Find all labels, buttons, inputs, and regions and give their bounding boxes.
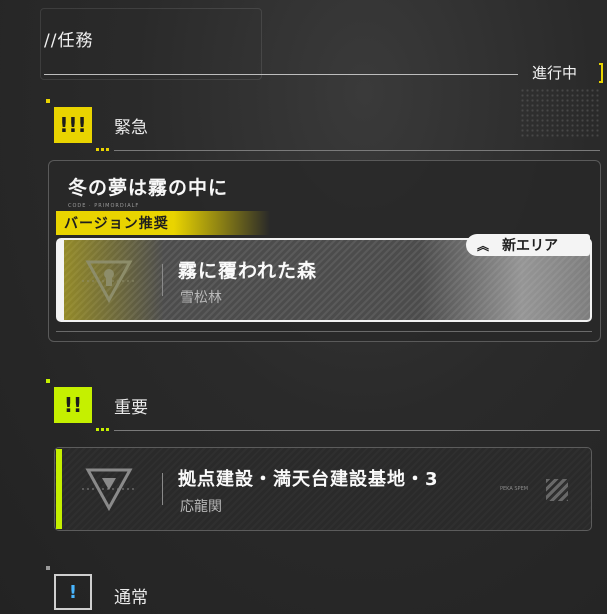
section-dots-decoration [96,148,110,151]
status-bracket-icon [599,63,603,83]
section-corner-mark [46,99,50,103]
area-separator [162,264,163,296]
area-separator [162,473,163,505]
area-sub-name: 応龍関 [180,499,222,515]
urgent-section-divider [114,150,600,151]
important-priority-icon: !! [54,387,92,423]
area-name: 拠点建設・満天台建設基地・3 [178,469,439,490]
faction-emblem-icon [82,260,136,304]
page-title: //任務 [44,31,94,51]
faction-emblem-icon [82,468,136,512]
section-corner-mark [46,566,50,570]
urgent-section-label: 緊急 [114,118,148,138]
area-sub-name: 雪松林 [180,290,222,306]
important-quest-accent-bar [56,449,62,529]
section-dots-decoration [96,428,110,431]
section-corner-mark [46,379,50,383]
new-area-label: 新エリア [502,238,558,254]
important-section-label: 重要 [114,398,148,418]
normal-priority-icon: ! [54,574,92,610]
new-area-badge: ︽ 新エリア [466,234,590,256]
urgent-priority-icon: !!! [54,107,92,143]
important-section-divider [114,430,600,431]
card-code-decoration: PEKA SPEM [500,486,529,492]
area-name: 霧に覆われた森 [178,260,318,282]
header-divider [44,74,518,75]
double-chevron-up-icon: ︽ [476,238,489,253]
area-entry-selected-bar [58,240,64,320]
quest-status-label: 進行中 [532,64,578,82]
normal-section-label: 通常 [114,588,148,608]
dot-pattern-decoration [520,88,600,138]
card-bottom-divider [56,331,592,332]
version-recommended-label: バージョン推奨 [64,216,169,232]
quest-title: 冬の夢は霧の中に [68,177,229,199]
striped-marker-icon [546,479,568,501]
quest-code-decoration: CODE · PRIMORDIALF [68,203,140,209]
